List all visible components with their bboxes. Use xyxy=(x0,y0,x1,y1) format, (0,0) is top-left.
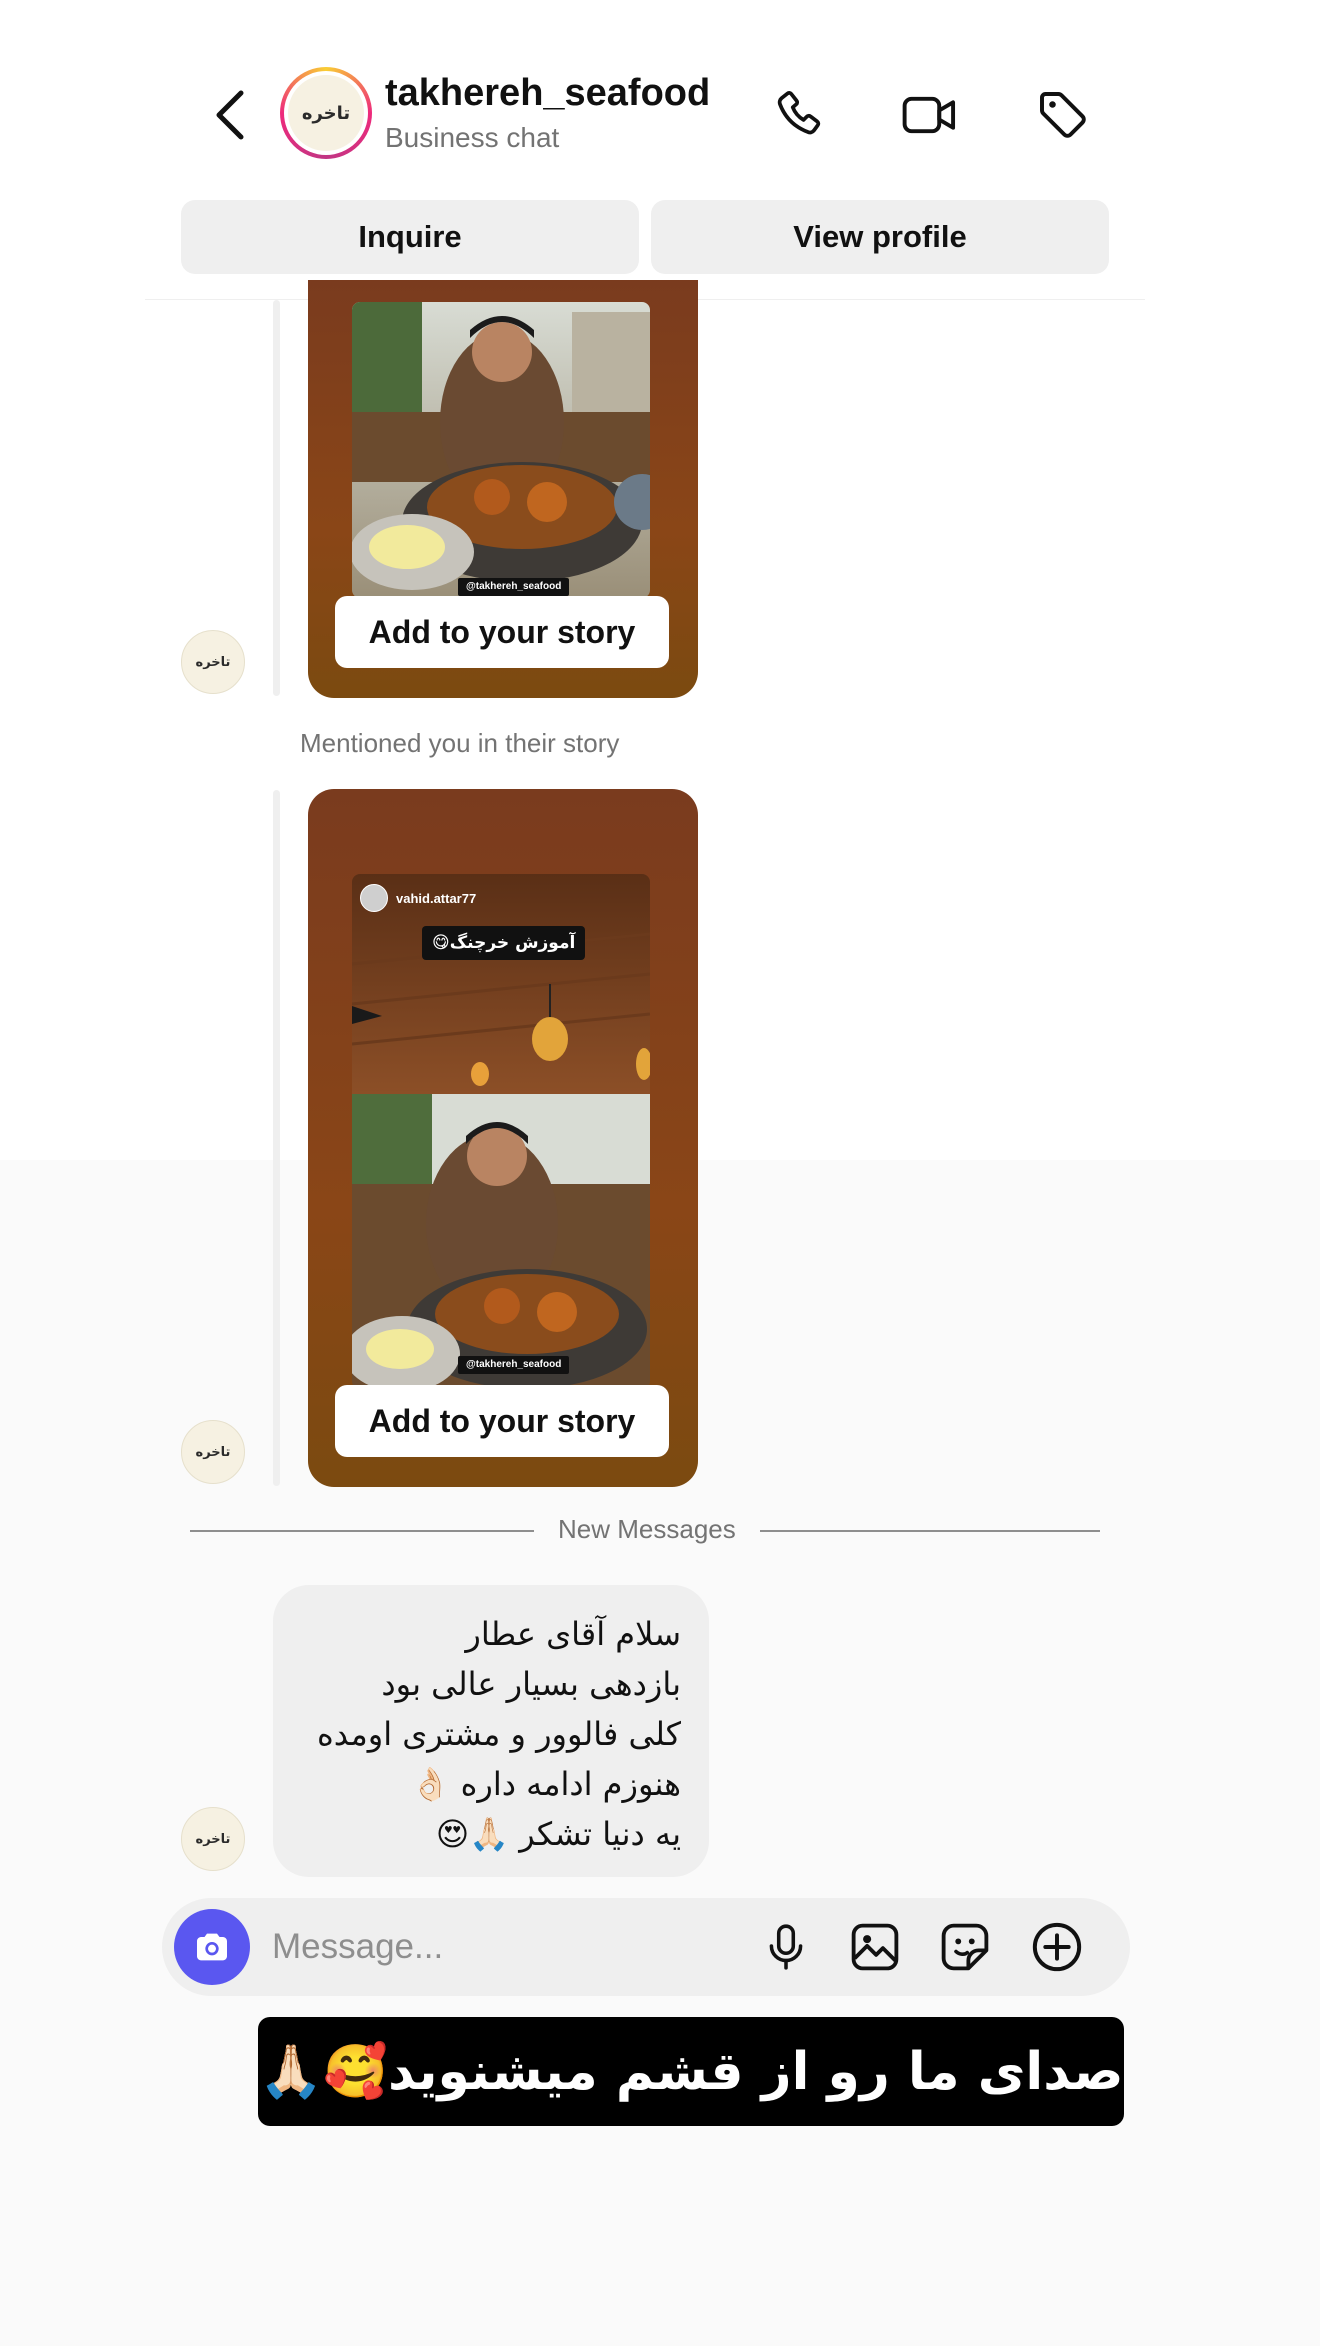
back-button[interactable] xyxy=(205,85,255,145)
image-icon xyxy=(851,1923,899,1971)
message-line: یه دنیا تشکر 🙏🏻😍 xyxy=(435,1815,681,1853)
story-image[interactable]: @takhereh_seafood xyxy=(352,302,650,598)
message-line: کلی فالوور و مشتری اومده xyxy=(317,1715,681,1753)
caption-text: صدای ما رو از قشم میشنوید🥰🙏🏻 xyxy=(258,2042,1124,2102)
story-author-avatar xyxy=(360,884,388,912)
message-line: بازدهی بسیار عالی بود xyxy=(381,1665,681,1703)
story-caption-sticker: آموزش خرچنگ😋 xyxy=(422,926,586,960)
voice-message-button[interactable] xyxy=(756,1917,816,1977)
label-button[interactable] xyxy=(1033,85,1093,145)
new-messages-divider-left xyxy=(190,1530,534,1532)
message-line: سلام آقای عطار xyxy=(465,1615,681,1653)
story-image[interactable]: vahid.attar77 آموزش خرچنگ😋 @takhereh_sea… xyxy=(352,874,650,1389)
story-mention-tag: @takhereh_seafood xyxy=(458,578,570,596)
profile-avatar[interactable]: تاخره xyxy=(280,67,372,159)
chat-header: تاخره takhereh_seafood Business chat Inq… xyxy=(145,0,1145,300)
inquire-button[interactable]: Inquire xyxy=(181,200,639,274)
tag-icon xyxy=(1040,92,1086,138)
brand-logo-text: تاخره xyxy=(195,1831,231,1847)
sender-avatar[interactable]: تاخره xyxy=(181,630,245,694)
chevron-left-icon xyxy=(216,90,244,140)
new-messages-divider-right xyxy=(760,1530,1100,1532)
video-call-button[interactable] xyxy=(900,85,960,145)
story-mention-notice: Mentioned you in their story xyxy=(300,728,620,758)
camera-icon xyxy=(197,1933,227,1961)
message-line: هنوزم ادامه داره 👌🏻 xyxy=(410,1765,681,1803)
sticker-button[interactable] xyxy=(935,1917,995,1977)
story-mention-tag: @takhereh_seafood xyxy=(458,1356,570,1374)
reply-thread-line xyxy=(273,300,280,696)
view-profile-button[interactable]: View profile xyxy=(651,200,1109,274)
story-photo xyxy=(352,302,650,598)
video-caption-overlay: صدای ما رو از قشم میشنوید🥰🙏🏻 xyxy=(258,2017,1124,2126)
reply-thread-line xyxy=(273,790,280,1486)
phone-icon xyxy=(777,90,821,135)
add-to-story-button[interactable]: Add to your story xyxy=(335,1385,669,1457)
new-messages-label: New Messages xyxy=(558,1514,736,1544)
story-mention-card[interactable]: vahid.attar77 آموزش خرچنگ😋 @takhereh_sea… xyxy=(308,789,698,1487)
microphone-icon xyxy=(769,1924,803,1970)
story-author: vahid.attar77 xyxy=(360,884,476,912)
message-composer xyxy=(162,1898,1130,1996)
sticker-icon xyxy=(941,1923,989,1971)
brand-logo: تاخره xyxy=(288,75,364,151)
chat-subtitle: Business chat xyxy=(385,122,560,153)
message-input[interactable] xyxy=(272,1918,752,1976)
brand-logo-text: تاخره xyxy=(195,654,231,670)
video-camera-icon xyxy=(902,96,956,134)
screen: تاخره takhereh_seafood Business chat Inq… xyxy=(0,0,1320,2346)
more-options-button[interactable] xyxy=(1027,1917,1087,1977)
story-reply-card[interactable]: @takhereh_seafood Add to your story xyxy=(308,280,698,698)
plus-circle-icon xyxy=(1032,1922,1082,1972)
sender-avatar[interactable]: تاخره xyxy=(181,1807,245,1871)
camera-button[interactable] xyxy=(174,1909,250,1985)
add-to-story-button[interactable]: Add to your story xyxy=(335,596,669,668)
brand-logo-text: تاخره xyxy=(195,1444,231,1460)
sender-avatar[interactable]: تاخره xyxy=(181,1420,245,1484)
audio-call-button[interactable] xyxy=(770,85,830,145)
gallery-button[interactable] xyxy=(845,1917,905,1977)
chat-username[interactable]: takhereh_seafood xyxy=(385,72,710,115)
story-author-name: vahid.attar77 xyxy=(396,890,477,906)
message-bubble[interactable]: سلام آقای عطار بازدهی بسیار عالی بود کلی… xyxy=(273,1585,709,1877)
brand-logo-text: تاخره xyxy=(301,102,351,124)
